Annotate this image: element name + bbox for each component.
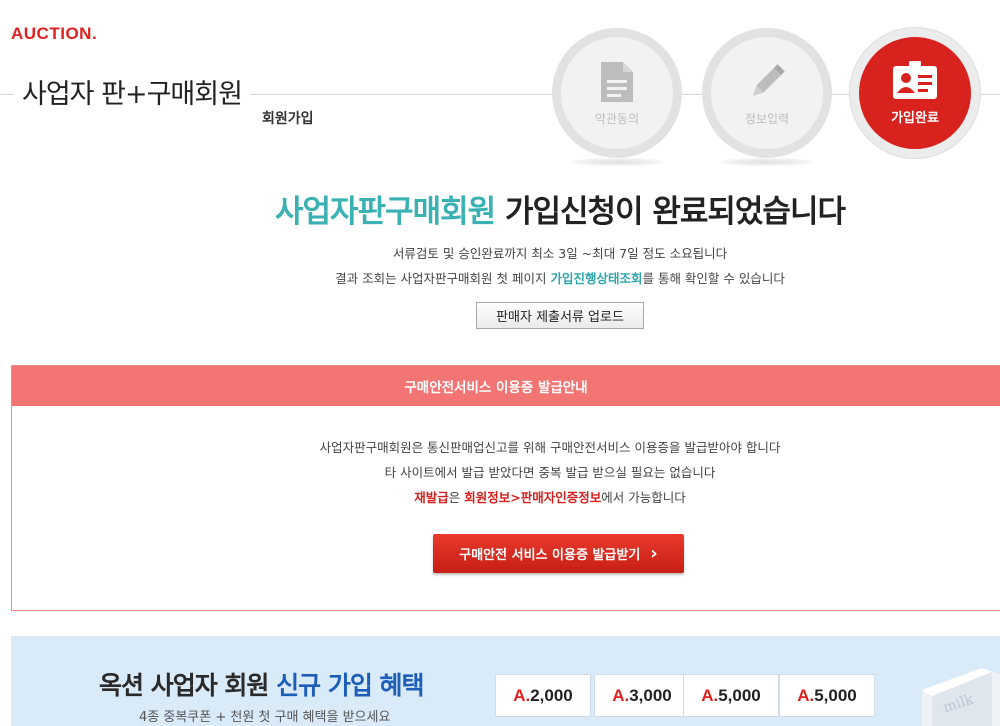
review-period-text: 서류검토 및 승인완료까지 최소 3일 ~최대 7일 정도 소요됩니다 [392, 246, 728, 261]
status-check-suffix: 를 통해 확인할 수 있습니다 [642, 271, 785, 286]
page-subtitle: 회원가입 [262, 111, 314, 127]
coupon-prefix: A. [701, 685, 719, 705]
document-icon [601, 61, 633, 102]
step-shadow [572, 158, 662, 166]
coupon-amount: 3,000 [629, 685, 672, 705]
id-card-icon [893, 60, 937, 99]
guide-text-2: 타 사이트에서 발급 받았다면 중복 발급 받으실 필요는 없습니다 [384, 465, 716, 480]
coupon-5000-a: A. 5,000 [683, 674, 779, 717]
guide-header: 구매안전서비스 이용증 발급안내 [12, 366, 1000, 406]
reissue-label: 재발급 [414, 490, 449, 505]
step-complete: 가입완료 [850, 28, 980, 158]
coupon-prefix: A. [797, 685, 815, 705]
upload-documents-button[interactable]: 판매자 제출서류 업로드 [476, 302, 644, 329]
milk-carton-image: milk [922, 668, 1000, 726]
coupon-amount: 5,000 [718, 685, 761, 705]
step-label-info: 정보입력 [744, 111, 790, 126]
status-check-text: 결과 조회는 사업자판구매회원 첫 페이지 가입진행상태조회를 통해 확인할 수… [0, 268, 1000, 287]
headline-highlight: 사업자판구매회원 [275, 194, 496, 230]
seller-info-path: 회원정보>판매자인증정보 [464, 490, 602, 505]
completion-headline: 사업자판구매회원 가입신청이 완료되었습니다 [0, 186, 1000, 231]
coupon-prefix: A. [513, 685, 531, 705]
issue-certificate-label: 구매안전 서비스 이용증 발급받기 [459, 548, 641, 563]
coupon-3000: A. 3,000 [594, 674, 690, 717]
step-info-input: 정보입력 [702, 28, 832, 158]
status-check-link[interactable]: 가입진행상태조회 [550, 271, 642, 286]
chevron-right-icon: › [650, 542, 658, 564]
step-label-complete: 가입완료 [891, 110, 939, 126]
banner-title-prefix: 옥션 사업자 회원 [99, 671, 277, 700]
coupon-amount: 5,000 [814, 685, 857, 705]
page-title: 사업자 판+구매회원 [22, 79, 243, 110]
banner-title-highlight: 신규 가입 혜택 [276, 671, 424, 700]
status-check-prefix: 결과 조회는 사업자판구매회원 첫 페이지 [335, 271, 551, 286]
coupon-amount: 2,000 [530, 685, 573, 705]
coupon-prefix: A. [612, 685, 630, 705]
pencil-icon [752, 63, 785, 96]
auction-logo[interactable]: AUCTION. [11, 24, 97, 44]
issue-certificate-button[interactable]: 구매안전 서비스 이용증 발급받기 › [433, 534, 684, 573]
banner-subtitle: 4종 중복쿠폰 + 천원 첫 구매 혜택을 받으세요 [139, 710, 391, 725]
step-shadow [722, 158, 812, 166]
headline-rest: 가입신청이 완료되었습니다 [495, 194, 846, 230]
guide-text-3-mid: 은 [448, 490, 465, 505]
page-title-wrap: 사업자 판+구매회원 [14, 72, 250, 111]
step-terms-agree: 약관동의 [552, 28, 682, 158]
banner-title: 옥션 사업자 회원 신규 가입 혜택 [99, 666, 425, 702]
guide-text-3: 재발급은 회원정보>판매자인증정보에서 가능합니다 [0, 487, 1000, 506]
guide-text-3-after: 에서 가능합니다 [601, 490, 686, 505]
guide-text-1: 사업자판구매회원은 통신판매업신고를 위해 구매안전서비스 이용증을 발급받아야… [319, 440, 781, 455]
coupon-5000-b: A. 5,000 [779, 674, 875, 717]
step-label-terms: 약관동의 [594, 111, 640, 126]
coupon-2000: A. 2,000 [495, 674, 591, 717]
